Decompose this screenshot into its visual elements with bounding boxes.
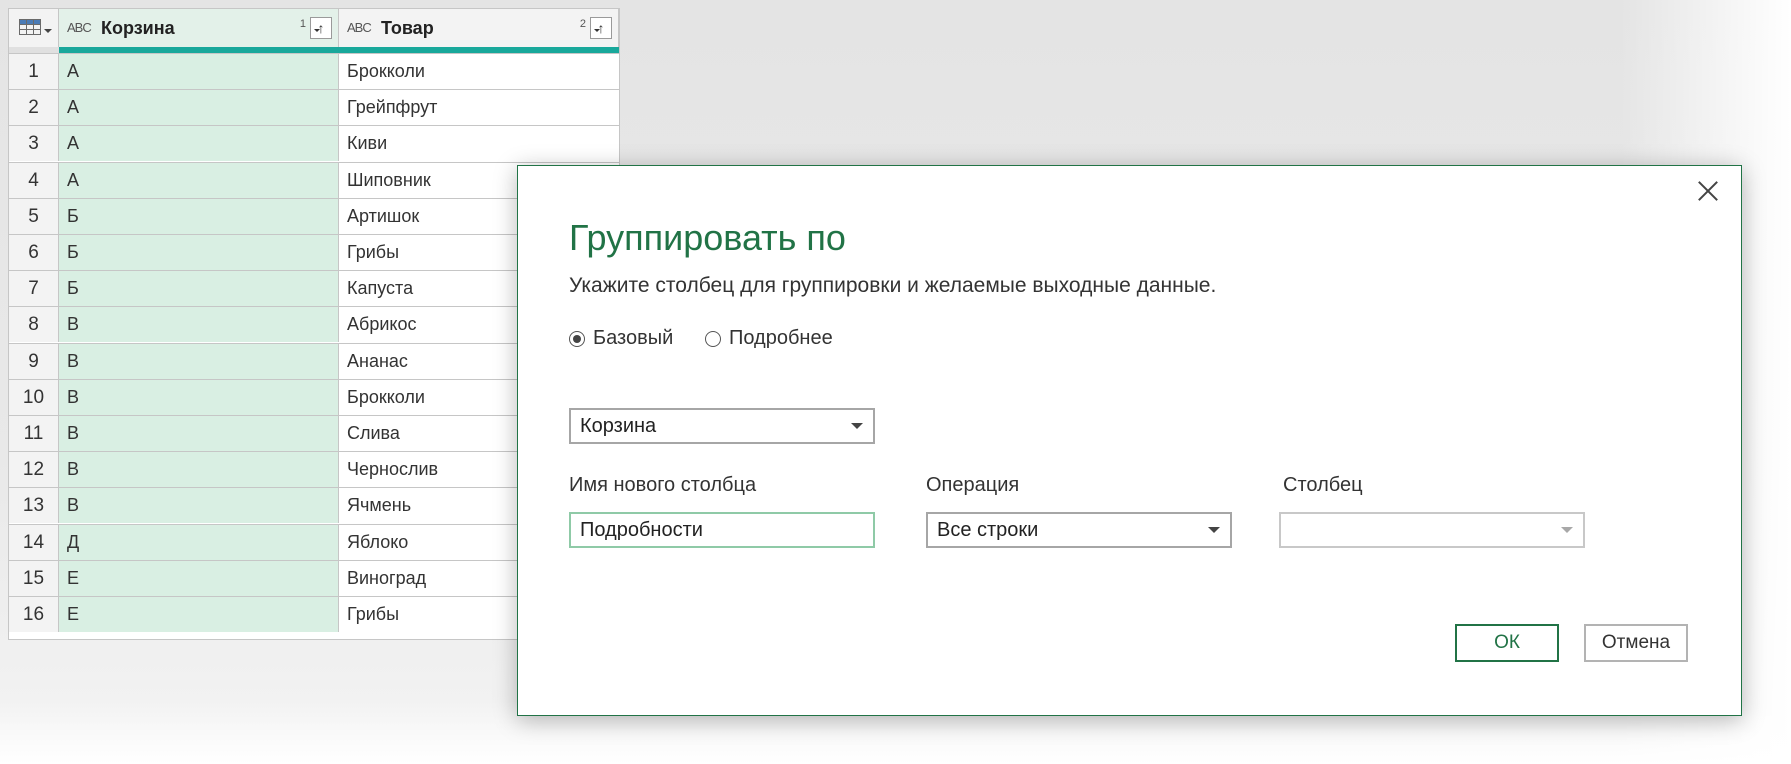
row-number[interactable]: 3 bbox=[9, 126, 59, 162]
row-number[interactable]: 6 bbox=[9, 235, 59, 270]
group-column-value: Корзина bbox=[580, 415, 657, 437]
cell-item[interactable]: Грейпфрут bbox=[339, 90, 619, 125]
group-by-dialog: Группировать по Укажите столбец для груп… bbox=[517, 165, 1742, 716]
new-column-label: Имя нового столбца bbox=[569, 474, 757, 496]
row-number[interactable]: 14 bbox=[9, 524, 59, 560]
cell-basket[interactable]: А bbox=[59, 54, 339, 89]
chevron-down-icon bbox=[594, 29, 600, 32]
cell-basket[interactable]: В bbox=[59, 452, 339, 488]
sort-filter-button[interactable]: ↑ bbox=[590, 17, 612, 39]
sort-ascending-icon: ↑ bbox=[317, 20, 325, 36]
text-type-icon[interactable]: ABC bbox=[67, 18, 92, 38]
row-number[interactable]: 9 bbox=[9, 343, 59, 379]
radio-advanced[interactable]: Подробнее bbox=[705, 327, 833, 350]
sort-order-badge: 2 bbox=[579, 18, 586, 30]
cell-item[interactable]: Брокколи bbox=[339, 54, 619, 89]
cell-basket[interactable]: Б bbox=[59, 198, 339, 234]
dialog-description: Укажите столбец для группировки и желаем… bbox=[569, 274, 1217, 297]
cell-basket[interactable]: Д bbox=[59, 524, 339, 560]
radio-unselected-icon[interactable] bbox=[705, 330, 721, 347]
table-row[interactable]: 3 А Киви bbox=[9, 125, 619, 162]
cell-basket[interactable]: Е bbox=[59, 597, 339, 632]
ok-button[interactable]: ОК bbox=[1455, 624, 1559, 662]
chevron-down-icon bbox=[851, 423, 863, 429]
row-number[interactable]: 1 bbox=[9, 54, 59, 89]
cell-basket[interactable]: В bbox=[59, 416, 339, 451]
operation-label: Операция bbox=[926, 474, 1020, 496]
chevron-down-icon bbox=[314, 29, 320, 32]
cell-basket[interactable]: В bbox=[59, 379, 339, 415]
row-number[interactable]: 13 bbox=[9, 488, 59, 524]
row-number[interactable]: 12 bbox=[9, 452, 59, 488]
radio-advanced-label: Подробнее bbox=[729, 327, 833, 349]
cell-basket[interactable]: А bbox=[59, 90, 339, 126]
row-number[interactable]: 15 bbox=[9, 560, 59, 596]
table-row[interactable]: 2 А Грейпфрут bbox=[9, 89, 619, 126]
column-select[interactable] bbox=[1279, 512, 1585, 548]
dialog-title: Группировать по bbox=[569, 217, 846, 258]
cell-basket[interactable]: В bbox=[59, 488, 339, 524]
cell-item[interactable]: Киви bbox=[339, 126, 619, 161]
table-icon bbox=[19, 19, 41, 35]
cell-basket[interactable]: Б bbox=[59, 271, 339, 307]
row-number[interactable]: 10 bbox=[9, 379, 59, 415]
row-number[interactable]: 8 bbox=[9, 307, 59, 343]
row-number[interactable]: 7 bbox=[9, 271, 59, 307]
column-label: Столбец bbox=[1283, 474, 1363, 496]
radio-basic-label: Базовый bbox=[593, 327, 674, 349]
sort-ascending-icon: ↑ bbox=[597, 20, 605, 36]
cell-basket[interactable]: А bbox=[59, 162, 339, 198]
column-header-item[interactable]: ABC Товар 2 ↑ bbox=[339, 9, 619, 47]
cell-basket[interactable]: Б bbox=[59, 235, 339, 270]
cell-basket[interactable]: А bbox=[59, 126, 339, 162]
column-title: Корзина bbox=[101, 18, 175, 38]
operation-select[interactable]: Все строки bbox=[926, 512, 1232, 548]
cancel-button[interactable]: Отмена bbox=[1584, 624, 1688, 662]
chevron-down-icon bbox=[44, 29, 52, 33]
close-icon[interactable] bbox=[1691, 174, 1725, 208]
row-number[interactable]: 11 bbox=[9, 416, 59, 451]
sort-order-badge: 1 bbox=[299, 18, 306, 30]
row-number[interactable]: 5 bbox=[9, 198, 59, 234]
sort-filter-button[interactable]: ↑ bbox=[310, 17, 332, 39]
chevron-down-icon bbox=[1561, 527, 1573, 533]
column-header-basket[interactable]: ABC Корзина 1 ↑ bbox=[59, 9, 339, 47]
row-number[interactable]: 16 bbox=[9, 597, 59, 632]
new-column-name-input[interactable] bbox=[569, 512, 875, 548]
row-number[interactable]: 2 bbox=[9, 90, 59, 126]
cell-basket[interactable]: В bbox=[59, 343, 339, 379]
table-row[interactable]: 1 А Брокколи bbox=[9, 53, 619, 89]
column-title: Товар bbox=[381, 18, 434, 38]
radio-basic[interactable]: Базовый bbox=[569, 327, 673, 350]
chevron-down-icon bbox=[1208, 527, 1220, 533]
radio-selected-icon[interactable] bbox=[569, 330, 585, 347]
text-type-icon[interactable]: ABC bbox=[347, 18, 372, 38]
cell-basket[interactable]: Е bbox=[59, 560, 339, 596]
table-menu-button[interactable] bbox=[9, 9, 59, 47]
cell-basket[interactable]: В bbox=[59, 307, 339, 343]
group-column-select[interactable]: Корзина bbox=[569, 408, 875, 444]
operation-value: Все строки bbox=[937, 519, 1039, 541]
row-number[interactable]: 4 bbox=[9, 162, 59, 198]
